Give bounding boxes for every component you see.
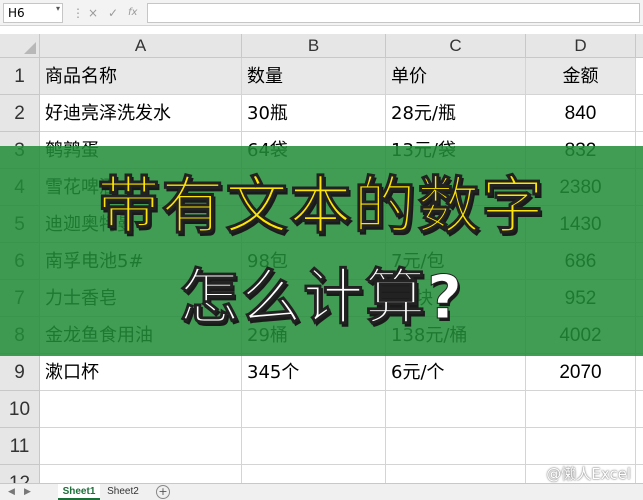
empty-cell[interactable] <box>242 428 386 465</box>
empty-cell[interactable] <box>636 354 643 391</box>
row-header-9[interactable]: 9 <box>0 354 40 391</box>
column-header-c[interactable]: C <box>386 34 526 58</box>
row-header-2[interactable]: 2 <box>0 95 40 132</box>
formula-input[interactable] <box>147 3 640 23</box>
table-cell[interactable]: 345个 <box>242 354 386 391</box>
watermark: @懒人Excel <box>546 465 631 483</box>
header-cell-col-a[interactable]: 商品名称 <box>40 58 242 95</box>
name-box[interactable]: H6 <box>3 3 63 23</box>
table-cell[interactable]: 漱口杯 <box>40 354 242 391</box>
row-header-10[interactable]: 10 <box>0 391 40 428</box>
table-cell[interactable]: 30瓶 <box>242 95 386 132</box>
header-cell-col-d[interactable]: 金额 <box>526 58 636 95</box>
chevron-down-icon[interactable]: ▾ <box>56 4 60 13</box>
header-cell-col-c[interactable]: 单价 <box>386 58 526 95</box>
select-all-button[interactable] <box>0 34 40 58</box>
enter-icon[interactable]: ✓ <box>108 4 118 22</box>
empty-cell[interactable] <box>636 428 643 465</box>
column-header-b[interactable]: B <box>242 34 386 58</box>
empty-cell[interactable] <box>636 95 643 132</box>
banner-subtitle: 怎么计算? <box>179 263 464 334</box>
empty-cell[interactable] <box>40 391 242 428</box>
table-cell[interactable]: 6元/个 <box>386 354 526 391</box>
sheet-tab-bar: ◀ ▶ Sheet1 Sheet2 + <box>0 483 643 500</box>
banner-title: 带有文本的数字 <box>97 169 546 243</box>
header-cell-col-b[interactable]: 数量 <box>242 58 386 95</box>
row-header-11[interactable]: 11 <box>0 428 40 465</box>
more-options-icon[interactable]: ⋮ <box>72 4 84 22</box>
tab-sheet2[interactable]: Sheet2 <box>102 484 144 500</box>
empty-cell[interactable] <box>526 428 636 465</box>
column-header-a[interactable]: A <box>40 34 242 58</box>
title-banner: 带有文本的数字 怎么计算? <box>0 146 643 356</box>
cancel-icon[interactable]: × <box>88 4 98 22</box>
empty-cell[interactable] <box>636 391 643 428</box>
function-icon[interactable]: fx <box>128 4 137 22</box>
scroll-right-icon[interactable]: ▶ <box>24 484 31 500</box>
column-header-d[interactable]: D <box>526 34 636 58</box>
row-header-1[interactable]: 1 <box>0 58 40 95</box>
empty-cell[interactable] <box>40 428 242 465</box>
column-header-e[interactable] <box>636 34 643 58</box>
empty-cell[interactable] <box>526 391 636 428</box>
tab-sheet1[interactable]: Sheet1 <box>58 484 100 500</box>
table-cell[interactable]: 2070 <box>526 354 636 391</box>
empty-cell[interactable] <box>386 391 526 428</box>
empty-cell[interactable] <box>386 428 526 465</box>
table-cell[interactable]: 好迪亮泽洗发水 <box>40 95 242 132</box>
table-cell[interactable]: 28元/瓶 <box>386 95 526 132</box>
empty-cell[interactable] <box>636 58 643 95</box>
empty-cell[interactable] <box>242 391 386 428</box>
formula-bar: H6 ▾ ⋮ × ✓ fx <box>0 0 643 26</box>
scroll-left-icon[interactable]: ◀ <box>8 484 15 500</box>
table-cell[interactable]: 840 <box>526 95 636 132</box>
add-sheet-button[interactable]: + <box>156 485 170 499</box>
